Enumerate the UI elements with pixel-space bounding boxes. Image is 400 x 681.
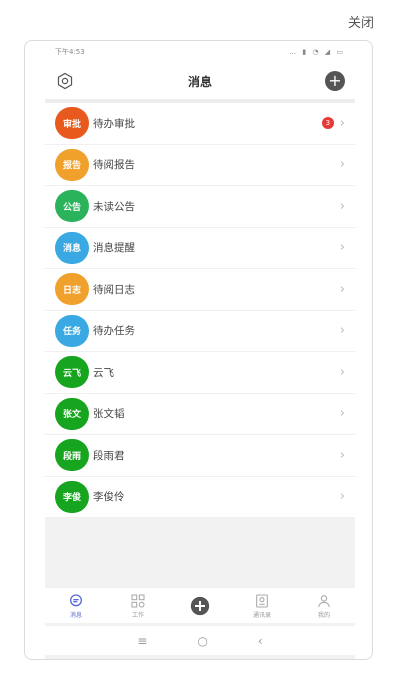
add-button[interactable]: + [324, 71, 345, 91]
contacts-icon [254, 593, 270, 609]
message-item[interactable]: 张文 张文韬 › [45, 394, 355, 435]
message-item[interactable]: 公告 未读公告 › [45, 186, 355, 228]
item-label: 待阅日志 [93, 283, 135, 296]
message-item[interactable]: 审批 待办审批 3 › [45, 103, 355, 145]
tab-label: 消息 [69, 611, 82, 619]
add-tab-button[interactable] [175, 596, 225, 615]
person-icon [316, 593, 332, 609]
message-item[interactable]: 日志 待阅日志 › [45, 269, 355, 311]
message-item[interactable]: 消息 消息提醒 › [45, 228, 355, 269]
chevron-right-icon: › [339, 115, 345, 131]
avatar: 报告 [55, 148, 89, 181]
chevron-right-icon: › [339, 157, 345, 173]
chevron-right-icon: › [339, 406, 345, 422]
tab-label: 我的 [317, 611, 330, 619]
back-icon[interactable]: ‹ [258, 634, 263, 648]
chevron-right-icon: › [339, 364, 345, 380]
page-title: 消息 [187, 74, 212, 89]
avatar: 公告 [55, 190, 89, 223]
chevron-right-icon: › [339, 198, 345, 214]
unread-badge: 3 [321, 117, 334, 130]
avatar: 消息 [55, 231, 89, 264]
item-label: 待办审批 [93, 117, 135, 130]
tab-chat[interactable]: 消息 [51, 593, 101, 619]
item-label: 未读公告 [93, 200, 135, 213]
app-screen: 下午4:53 … ▮ ◔ ◢ ▭ 消息 + 审批 待办审批 3 › 报告 待阅报告 › 公告未… [45, 41, 355, 659]
message-list: 审批 待办审批 3 › 报告 待阅报告 › 公告 未读公告 › 消息 消息提醒 › 日志 待阅日志 › 任务 待办… [45, 103, 355, 518]
avatar: 任务 [55, 314, 89, 347]
chevron-right-icon: › [339, 323, 345, 339]
tab-contacts[interactable]: 通讯录 [237, 593, 287, 619]
message-item[interactable]: 李俊 李俊伶 › [45, 477, 355, 518]
status-time: 下午4:53 [55, 48, 85, 56]
message-item[interactable]: 任务 待办任务 › [45, 311, 355, 352]
chevron-right-icon: › [339, 240, 345, 256]
item-label: 张文韬 [93, 408, 125, 421]
message-item[interactable]: 报告 待阅报告 › [45, 145, 355, 186]
item-label: 云飞 [93, 366, 114, 379]
avatar: 日志 [55, 273, 89, 306]
item-label: 待办任务 [93, 325, 135, 338]
tab-person[interactable]: 我的 [299, 593, 349, 619]
phone-preview-card: 下午4:53 … ▮ ◔ ◢ ▭ 消息 + 审批 待办审批 3 › 报告 待阅报告 › 公告未… [24, 40, 373, 660]
chevron-right-icon: › [339, 281, 345, 297]
app-header: 消息 + [45, 63, 355, 103]
plus-icon [190, 596, 210, 615]
home-icon[interactable]: ○ [197, 634, 207, 648]
android-nav-bar: ≡ ○ ‹ [45, 625, 355, 655]
item-label: 待阅报告 [93, 159, 135, 172]
message-item[interactable]: 云飞 云飞 › [45, 352, 355, 394]
item-label: 段雨君 [93, 449, 125, 462]
chevron-right-icon: › [339, 447, 345, 463]
chevron-right-icon: › [339, 489, 345, 505]
tab-apps[interactable]: 工作 [113, 593, 163, 619]
avatar: 段雨 [55, 439, 89, 472]
apps-icon [130, 593, 146, 609]
chat-icon [68, 593, 84, 609]
gear-icon[interactable] [55, 71, 75, 91]
tab-label: 通讯录 [252, 611, 271, 619]
tab-label: 工作 [131, 611, 144, 619]
item-label: 消息提醒 [93, 242, 135, 255]
bottom-tab-bar: 消息 工作 通讯录 我的 [45, 587, 355, 623]
avatar: 张文 [55, 397, 89, 430]
status-icons: … ▮ ◔ ◢ ▭ [289, 48, 345, 56]
avatar: 李俊 [55, 480, 89, 513]
message-item[interactable]: 段雨 段雨君 › [45, 435, 355, 477]
avatar: 审批 [55, 107, 89, 140]
status-bar: 下午4:53 … ▮ ◔ ◢ ▭ [45, 41, 355, 63]
menu-icon[interactable]: ≡ [137, 634, 147, 648]
item-label: 李俊伶 [93, 491, 125, 504]
close-button[interactable]: 关闭 [348, 12, 374, 31]
avatar: 云飞 [55, 356, 89, 389]
